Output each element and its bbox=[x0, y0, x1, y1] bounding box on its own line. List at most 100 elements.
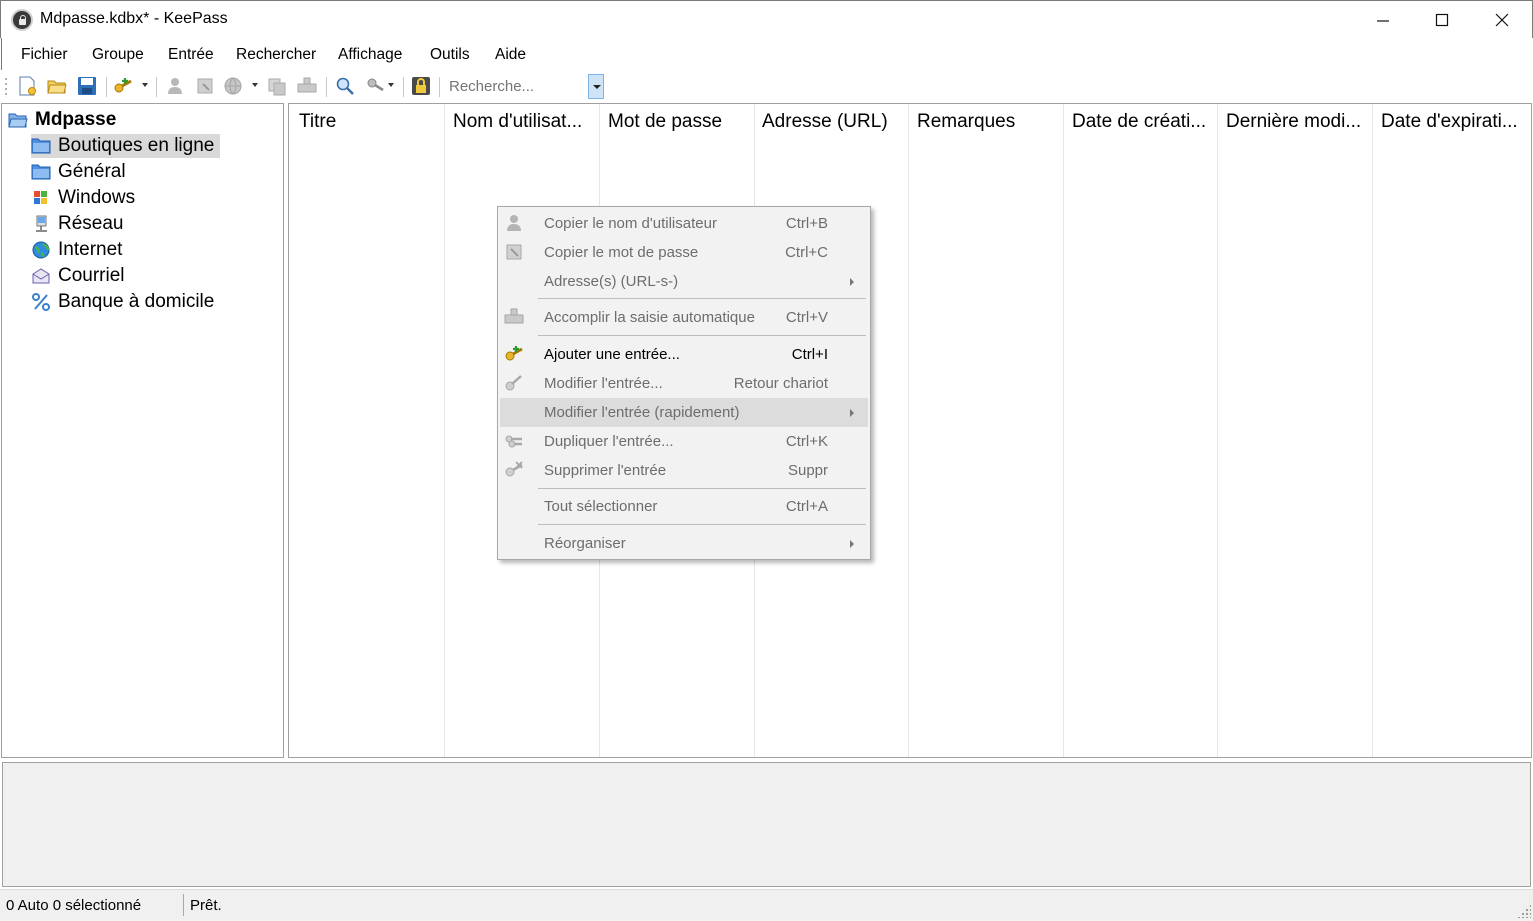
tree-item-label: Boutiques en ligne bbox=[58, 135, 215, 156]
column-header-mot-de-passe[interactable]: Mot de passe bbox=[608, 111, 756, 133]
menu-entree[interactable]: Entrée bbox=[168, 46, 214, 64]
column-header-nom-utilisateur[interactable]: Nom d'utilisat... bbox=[453, 111, 601, 133]
group-tree[interactable]: Mdpasse Boutiques en ligne Général Windo… bbox=[1, 103, 284, 758]
toolbar-separator bbox=[156, 77, 157, 97]
maximize-button[interactable] bbox=[1413, 1, 1471, 39]
menu-separator bbox=[538, 298, 866, 299]
toolbar-separator bbox=[326, 77, 327, 97]
close-button[interactable] bbox=[1473, 1, 1531, 39]
column-divider bbox=[1217, 104, 1218, 757]
menu-item-shortcut: Ctrl+B bbox=[785, 215, 828, 232]
submenu-arrow-icon bbox=[850, 409, 854, 417]
menu-item-shortcut: Ctrl+K bbox=[785, 433, 828, 450]
copy-url-icon[interactable] bbox=[267, 76, 287, 96]
lock-workspace-icon[interactable] bbox=[411, 76, 431, 96]
menu-item-shortcut: Ctrl+I bbox=[791, 346, 828, 363]
status-bar: 0 Auto 0 sélectionné Prêt. bbox=[0, 889, 1533, 921]
menu-item-label: Accomplir la saisie automatique bbox=[544, 309, 755, 326]
tree-item-label: Général bbox=[58, 161, 126, 182]
column-divider bbox=[444, 104, 445, 757]
folder-icon bbox=[31, 164, 51, 180]
tree-root-mdpasse[interactable]: Mdpasse bbox=[8, 109, 116, 131]
tree-item-banque-a-domicile[interactable]: Banque à domicile bbox=[31, 290, 220, 314]
tree-item-general[interactable]: Général bbox=[31, 160, 132, 184]
duplicate-key-icon bbox=[505, 435, 522, 448]
search-input[interactable] bbox=[449, 76, 584, 97]
column-header-date-creation[interactable]: Date de créati... bbox=[1072, 111, 1220, 133]
menu-outils[interactable]: Outils bbox=[430, 46, 470, 64]
entry-detail-panel[interactable] bbox=[2, 762, 1531, 887]
tree-root-label: Mdpasse bbox=[35, 109, 117, 130]
menu-item-duplicate-entry[interactable]: Dupliquer l'entrée... Ctrl+K bbox=[500, 427, 868, 456]
status-separator bbox=[183, 894, 184, 916]
find-icon[interactable] bbox=[335, 76, 355, 96]
search-combobox[interactable] bbox=[445, 74, 606, 99]
copy-password-icon[interactable] bbox=[195, 76, 215, 96]
menu-item-label: Adresse(s) (URL-s-) bbox=[544, 273, 679, 290]
menu-groupe[interactable]: Groupe bbox=[92, 46, 144, 64]
tree-item-courriel[interactable]: Courriel bbox=[31, 264, 131, 288]
save-icon[interactable] bbox=[77, 76, 97, 96]
menu-item-shortcut: Suppr bbox=[787, 462, 828, 479]
percent-icon bbox=[32, 293, 50, 311]
open-url-icon[interactable] bbox=[223, 76, 243, 96]
column-header-derniere-modification[interactable]: Dernière modi... bbox=[1226, 111, 1374, 133]
menu-item-shortcut: Ctrl+A bbox=[785, 498, 828, 515]
add-key-icon bbox=[505, 346, 523, 361]
column-header-remarques[interactable]: Remarques bbox=[917, 111, 1065, 133]
maximize-icon bbox=[1435, 13, 1449, 27]
add-entry-icon[interactable] bbox=[113, 76, 133, 96]
menu-item-rearrange[interactable]: Réorganiser bbox=[500, 529, 868, 558]
menu-affichage[interactable]: Affichage bbox=[338, 46, 402, 64]
menu-aide[interactable]: Aide bbox=[495, 46, 526, 64]
folder-icon bbox=[31, 138, 51, 154]
menu-separator bbox=[538, 335, 866, 336]
resize-grip-icon[interactable] bbox=[1517, 904, 1531, 918]
menu-item-label: Modifier l'entrée... bbox=[544, 375, 663, 392]
menu-item-label: Réorganiser bbox=[544, 535, 626, 552]
menu-item-add-entry[interactable]: Ajouter une entrée... Ctrl+I bbox=[500, 340, 868, 369]
minimize-button[interactable] bbox=[1354, 1, 1412, 39]
tree-item-internet[interactable]: Internet bbox=[31, 238, 128, 262]
menu-item-label: Copier le mot de passe bbox=[544, 244, 699, 261]
tree-item-label: Réseau bbox=[58, 213, 124, 234]
menu-fichier[interactable]: Fichier bbox=[21, 46, 68, 64]
menu-item-edit-entry-quick[interactable]: Modifier l'entrée (rapidement) bbox=[500, 398, 868, 427]
menu-item-autotype[interactable]: Accomplir la saisie automatique Ctrl+V bbox=[500, 303, 868, 332]
add-entry-dropdown-icon[interactable] bbox=[142, 83, 148, 87]
keepass-lock-icon[interactable] bbox=[11, 9, 33, 31]
column-header-titre[interactable]: Titre bbox=[299, 111, 439, 133]
menu-item-select-all[interactable]: Tout sélectionner Ctrl+A bbox=[500, 492, 868, 521]
column-header-adresse-url[interactable]: Adresse (URL) bbox=[762, 111, 910, 133]
menu-item-shortcut: Ctrl+C bbox=[785, 244, 828, 261]
search-dropdown-button[interactable] bbox=[588, 74, 604, 99]
menu-item-urls[interactable]: Adresse(s) (URL-s-) bbox=[500, 267, 868, 296]
menu-item-shortcut: Retour chariot bbox=[733, 375, 828, 392]
column-header-date-expiration[interactable]: Date d'expirati... bbox=[1381, 111, 1529, 133]
copy-username-icon[interactable] bbox=[165, 76, 185, 96]
user-icon bbox=[507, 215, 521, 231]
menu-rechercher[interactable]: Rechercher bbox=[236, 46, 316, 64]
title-bar: Mdpasse.kdbx* - KeePass bbox=[0, 0, 1533, 38]
menu-item-copy-password[interactable]: Copier le mot de passe Ctrl+C bbox=[500, 238, 868, 267]
tree-item-label: Courriel bbox=[58, 265, 125, 286]
open-database-icon[interactable] bbox=[47, 76, 67, 96]
autotype-icon[interactable] bbox=[297, 76, 317, 96]
submenu-arrow-icon bbox=[850, 278, 854, 286]
entry-list[interactable]: Titre Nom d'utilisat... Mot de passe Adr… bbox=[288, 103, 1532, 758]
menu-item-delete-entry[interactable]: Supprimer l'entrée Suppr bbox=[500, 456, 868, 485]
delete-key-icon bbox=[505, 461, 523, 477]
entry-list-icon[interactable] bbox=[365, 76, 385, 96]
new-database-icon[interactable] bbox=[17, 76, 37, 96]
menu-item-edit-entry[interactable]: Modifier l'entrée... Retour chariot bbox=[500, 369, 868, 398]
tree-item-reseau[interactable]: Réseau bbox=[31, 212, 130, 236]
menu-item-copy-username[interactable]: Copier le nom d'utilisateur Ctrl+B bbox=[500, 209, 868, 238]
menu-item-shortcut: Ctrl+V bbox=[785, 309, 828, 326]
tree-item-boutiques-en-ligne[interactable]: Boutiques en ligne bbox=[31, 134, 221, 158]
toolbar-separator bbox=[106, 77, 107, 97]
entry-list-dropdown-icon[interactable] bbox=[388, 83, 394, 87]
tree-item-label: Internet bbox=[58, 239, 123, 260]
open-url-dropdown-icon[interactable] bbox=[252, 83, 258, 87]
column-divider bbox=[1372, 104, 1373, 757]
tree-item-windows[interactable]: Windows bbox=[31, 186, 141, 210]
